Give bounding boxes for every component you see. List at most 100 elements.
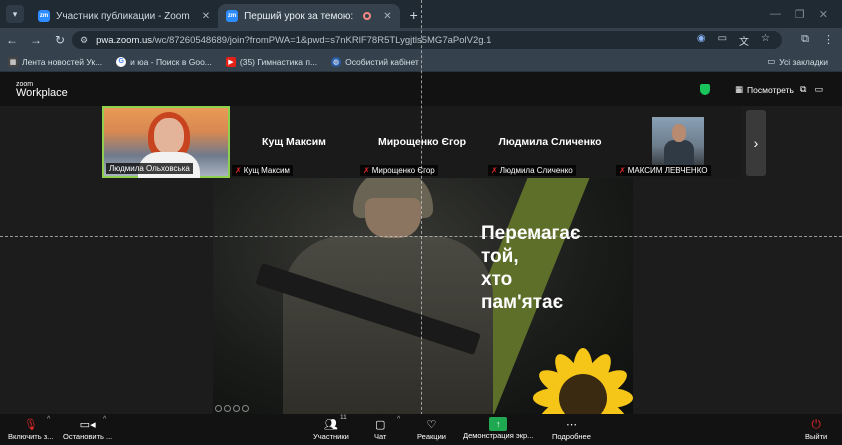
mic-muted-icon: ✗ xyxy=(363,166,370,175)
tab-search-button[interactable]: ▾ xyxy=(6,5,24,23)
slide-nav-dot[interactable] xyxy=(242,405,249,412)
minimize-video-icon[interactable]: ⧉ xyxy=(800,84,806,95)
mic-muted-icon: 🎙︎ xyxy=(23,418,38,431)
participant-big-name: Кущ Максим xyxy=(262,136,326,148)
folder-icon: ▭ xyxy=(767,56,776,66)
bookmark-label: Лента новостей Ук... xyxy=(22,56,103,67)
bookmark-item[interactable]: ▦ Лента новостей Ук... xyxy=(8,56,103,67)
browser-tab-2[interactable]: zm Перший урок за темою: ✕ xyxy=(218,4,400,28)
extensions-icon[interactable]: ⧉ xyxy=(801,33,809,46)
participant-tile[interactable]: Мирощенко Єгор ✗ Мирощенко Єгор xyxy=(358,106,486,178)
logo-bottom-text: Workplace xyxy=(16,87,68,99)
audio-options-caret-icon[interactable]: ^ xyxy=(47,416,50,423)
zoom-favicon-icon: zm xyxy=(226,10,239,22)
sunflower-image xyxy=(533,348,633,414)
close-tab-icon[interactable]: ✕ xyxy=(383,11,391,22)
browser-menu-icon[interactable]: ⋮ xyxy=(823,33,834,46)
zoom-logo: zoom Workplace xyxy=(16,80,68,99)
participant-tile[interactable]: Людмила Сличенко ✗ Людмила Сличенко xyxy=(486,106,614,178)
close-tab-icon[interactable]: ✕ xyxy=(202,11,210,22)
more-label: Подробнее xyxy=(552,432,591,441)
minimize-icon[interactable]: — xyxy=(770,8,781,21)
translate-icon[interactable]: 文 xyxy=(739,33,749,48)
reactions-label: Реакции xyxy=(417,432,446,441)
view-button[interactable]: ▦ Посмотреть xyxy=(735,84,794,95)
share-screen-button[interactable]: ↑ Демонстрация экр... xyxy=(463,416,533,440)
grid-icon: ▦ xyxy=(8,56,18,67)
participant-tile[interactable]: Людмила Ольховська xyxy=(102,106,230,182)
maximize-icon[interactable]: ❐ xyxy=(795,8,805,21)
participant-big-name: Мирощенко Єгор xyxy=(377,136,467,148)
heart-icon: ♡ xyxy=(426,418,437,431)
slide-nav-dot[interactable] xyxy=(233,405,240,412)
new-tab-button[interactable]: + xyxy=(410,7,418,23)
person-head xyxy=(672,124,686,142)
guide-line-horizontal xyxy=(0,236,842,237)
participant-tile[interactable]: ✗ МАКСИМ ЛЕВЧЕНКО xyxy=(614,106,742,178)
participant-name: МАКСИМ ЛЕВЧЕНКО xyxy=(627,166,708,175)
participant-name-label: ✗ Кущ Максим xyxy=(232,165,293,176)
mic-muted-icon: ✗ xyxy=(619,166,626,175)
person-head xyxy=(154,118,184,154)
globe-icon: ◍ xyxy=(331,56,342,67)
participant-name: Людмила Ольховська xyxy=(109,164,190,173)
mic-muted-icon: ✗ xyxy=(491,166,498,175)
google-icon: G xyxy=(116,56,127,67)
back-icon[interactable]: ← xyxy=(0,33,24,47)
leave-door-icon: ⏻ xyxy=(811,416,821,431)
reload-icon[interactable]: ↻ xyxy=(48,33,72,47)
slogan-line: той, xyxy=(481,246,519,267)
participant-name: Кущ Максим xyxy=(243,166,290,175)
url-host: pwa.zoom.us xyxy=(96,34,153,46)
participant-name-label: ✗ Людмила Сличенко xyxy=(488,165,576,176)
all-bookmarks-button[interactable]: ▭ Усі закладки xyxy=(767,56,828,67)
youtube-icon: ▶ xyxy=(225,56,236,67)
person-body xyxy=(664,140,694,165)
audio-label: Включить з... xyxy=(8,432,54,441)
slide-nav-dot[interactable] xyxy=(224,405,231,412)
participant-name: Людмила Сличенко xyxy=(499,166,573,175)
reactions-button[interactable]: ♡ Реакции xyxy=(417,416,446,442)
chat-button[interactable]: ▢ Чат xyxy=(374,416,386,442)
forward-icon[interactable]: → xyxy=(24,33,48,47)
participants-label: Участники xyxy=(313,432,349,441)
chevron-right-icon: › xyxy=(753,135,759,151)
shared-slide: Перемагає той, хто пам'ятає xyxy=(213,178,633,414)
tab-title: Участник публикации - Zoom xyxy=(56,10,190,22)
chat-options-caret-icon[interactable]: ^ xyxy=(397,416,400,423)
view-grid-icon: ▦ xyxy=(735,84,744,94)
slogan-line: Перемагає xyxy=(481,223,581,244)
meeting-toolbar: 🎙︎ Включить з... ^ ▭◂ Остановить ... ^ 👥… xyxy=(0,414,842,445)
encryption-shield-icon[interactable] xyxy=(700,84,710,95)
url-input[interactable]: ⚙ pwa.zoom.us/wc/87260548689/join?fromPW… xyxy=(72,31,782,49)
participant-name-label: ✗ Мирощенко Єгор xyxy=(360,165,438,176)
view-label: Посмотреть xyxy=(747,84,794,95)
share-screen-icon: ↑ xyxy=(489,417,508,431)
slide-navigation xyxy=(213,405,249,412)
fullscreen-icon[interactable]: ▭ xyxy=(814,84,823,95)
chat-icon: ▢ xyxy=(375,418,386,431)
more-button[interactable]: ⋯ Подробнее xyxy=(552,416,591,442)
participant-tile[interactable]: Кущ Максим ✗ Кущ Максим xyxy=(230,106,358,178)
bookmark-item[interactable]: ◍ Особистий кабінет xyxy=(331,56,419,67)
close-window-icon[interactable]: ✕ xyxy=(819,8,828,21)
leave-button[interactable]: ⏻ Выйти xyxy=(805,416,827,442)
video-label: Остановить ... xyxy=(63,432,113,441)
bookmark-star-icon[interactable]: ☆ xyxy=(761,33,770,48)
zoom-favicon-icon: zm xyxy=(38,10,50,22)
slide-nav-dot[interactable] xyxy=(215,405,222,412)
recording-icon xyxy=(363,12,372,20)
url-path: /wc/87260548689/join?fromPWA=1&pwd=s7nKR… xyxy=(152,34,492,46)
bookmark-item[interactable]: ▶ (35) Гимнастика п... xyxy=(225,56,317,67)
camera-icon[interactable]: ▭ xyxy=(718,33,727,48)
more-dots-icon: ⋯ xyxy=(565,418,577,431)
all-bookmarks-label: Усі закладки xyxy=(779,56,828,67)
google-lens-icon[interactable]: ◉ xyxy=(697,33,706,48)
participant-name-label: ✗ МАКСИМ ЛЕВЧЕНКО xyxy=(616,165,711,176)
browser-tab-1[interactable]: zm Участник публикации - Zoom ✕ xyxy=(30,4,218,28)
video-options-caret-icon[interactable]: ^ xyxy=(103,416,106,423)
bookmark-item[interactable]: G и юа - Поиск в Goo... xyxy=(116,56,212,67)
gallery-next-button[interactable]: › xyxy=(746,110,766,176)
site-info-icon[interactable]: ⚙ xyxy=(80,35,88,46)
sunflower-center xyxy=(559,374,607,414)
